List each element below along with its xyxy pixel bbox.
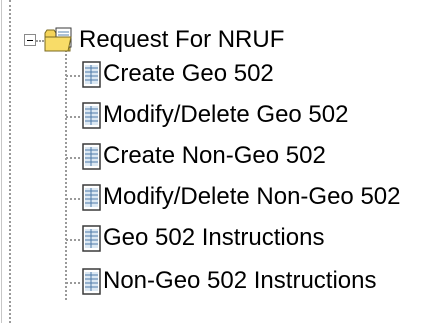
document-icon — [82, 102, 101, 129]
document-icon — [82, 184, 101, 211]
tree-item-create-geo-502[interactable]: Create Geo 502 — [0, 59, 431, 93]
document-icon — [82, 225, 101, 252]
tree-view: Request For NRUF Create Geo 502 Modify/D… — [0, 0, 431, 323]
tree-item-non-geo-502-instructions[interactable]: Non-Geo 502 Instructions — [0, 266, 431, 300]
tree-item-label: Modify/Delete Geo 502 — [103, 101, 349, 128]
tree-item-geo-502-instructions[interactable]: Geo 502 Instructions — [0, 223, 431, 257]
branch-connector — [66, 116, 80, 118]
tree-item-modify-delete-non-geo-502[interactable]: Modify/Delete Non-Geo 502 — [0, 182, 431, 216]
document-icon — [82, 143, 101, 170]
tree-item-label: Non-Geo 502 Instructions — [103, 267, 377, 294]
tree-item-create-non-geo-502[interactable]: Create Non-Geo 502 — [0, 141, 431, 175]
tree-item-label: Create Geo 502 — [103, 60, 274, 87]
branch-connector — [66, 239, 80, 241]
tree-root-label[interactable]: Request For NRUF — [79, 26, 284, 54]
collapse-toggle-icon[interactable] — [24, 34, 36, 46]
branch-connector — [66, 75, 80, 77]
tree-item-modify-delete-geo-502[interactable]: Modify/Delete Geo 502 — [0, 100, 431, 134]
folder-document-icon — [44, 27, 72, 52]
tree-item-label: Create Non-Geo 502 — [103, 142, 326, 169]
tree-item-label: Geo 502 Instructions — [103, 224, 325, 251]
document-icon — [82, 61, 101, 88]
tree-item-label: Modify/Delete Non-Geo 502 — [103, 183, 401, 210]
expander-connector — [36, 40, 44, 42]
branch-connector — [66, 157, 80, 159]
branch-connector — [66, 198, 80, 200]
document-icon — [82, 268, 101, 295]
branch-connector — [66, 282, 80, 284]
